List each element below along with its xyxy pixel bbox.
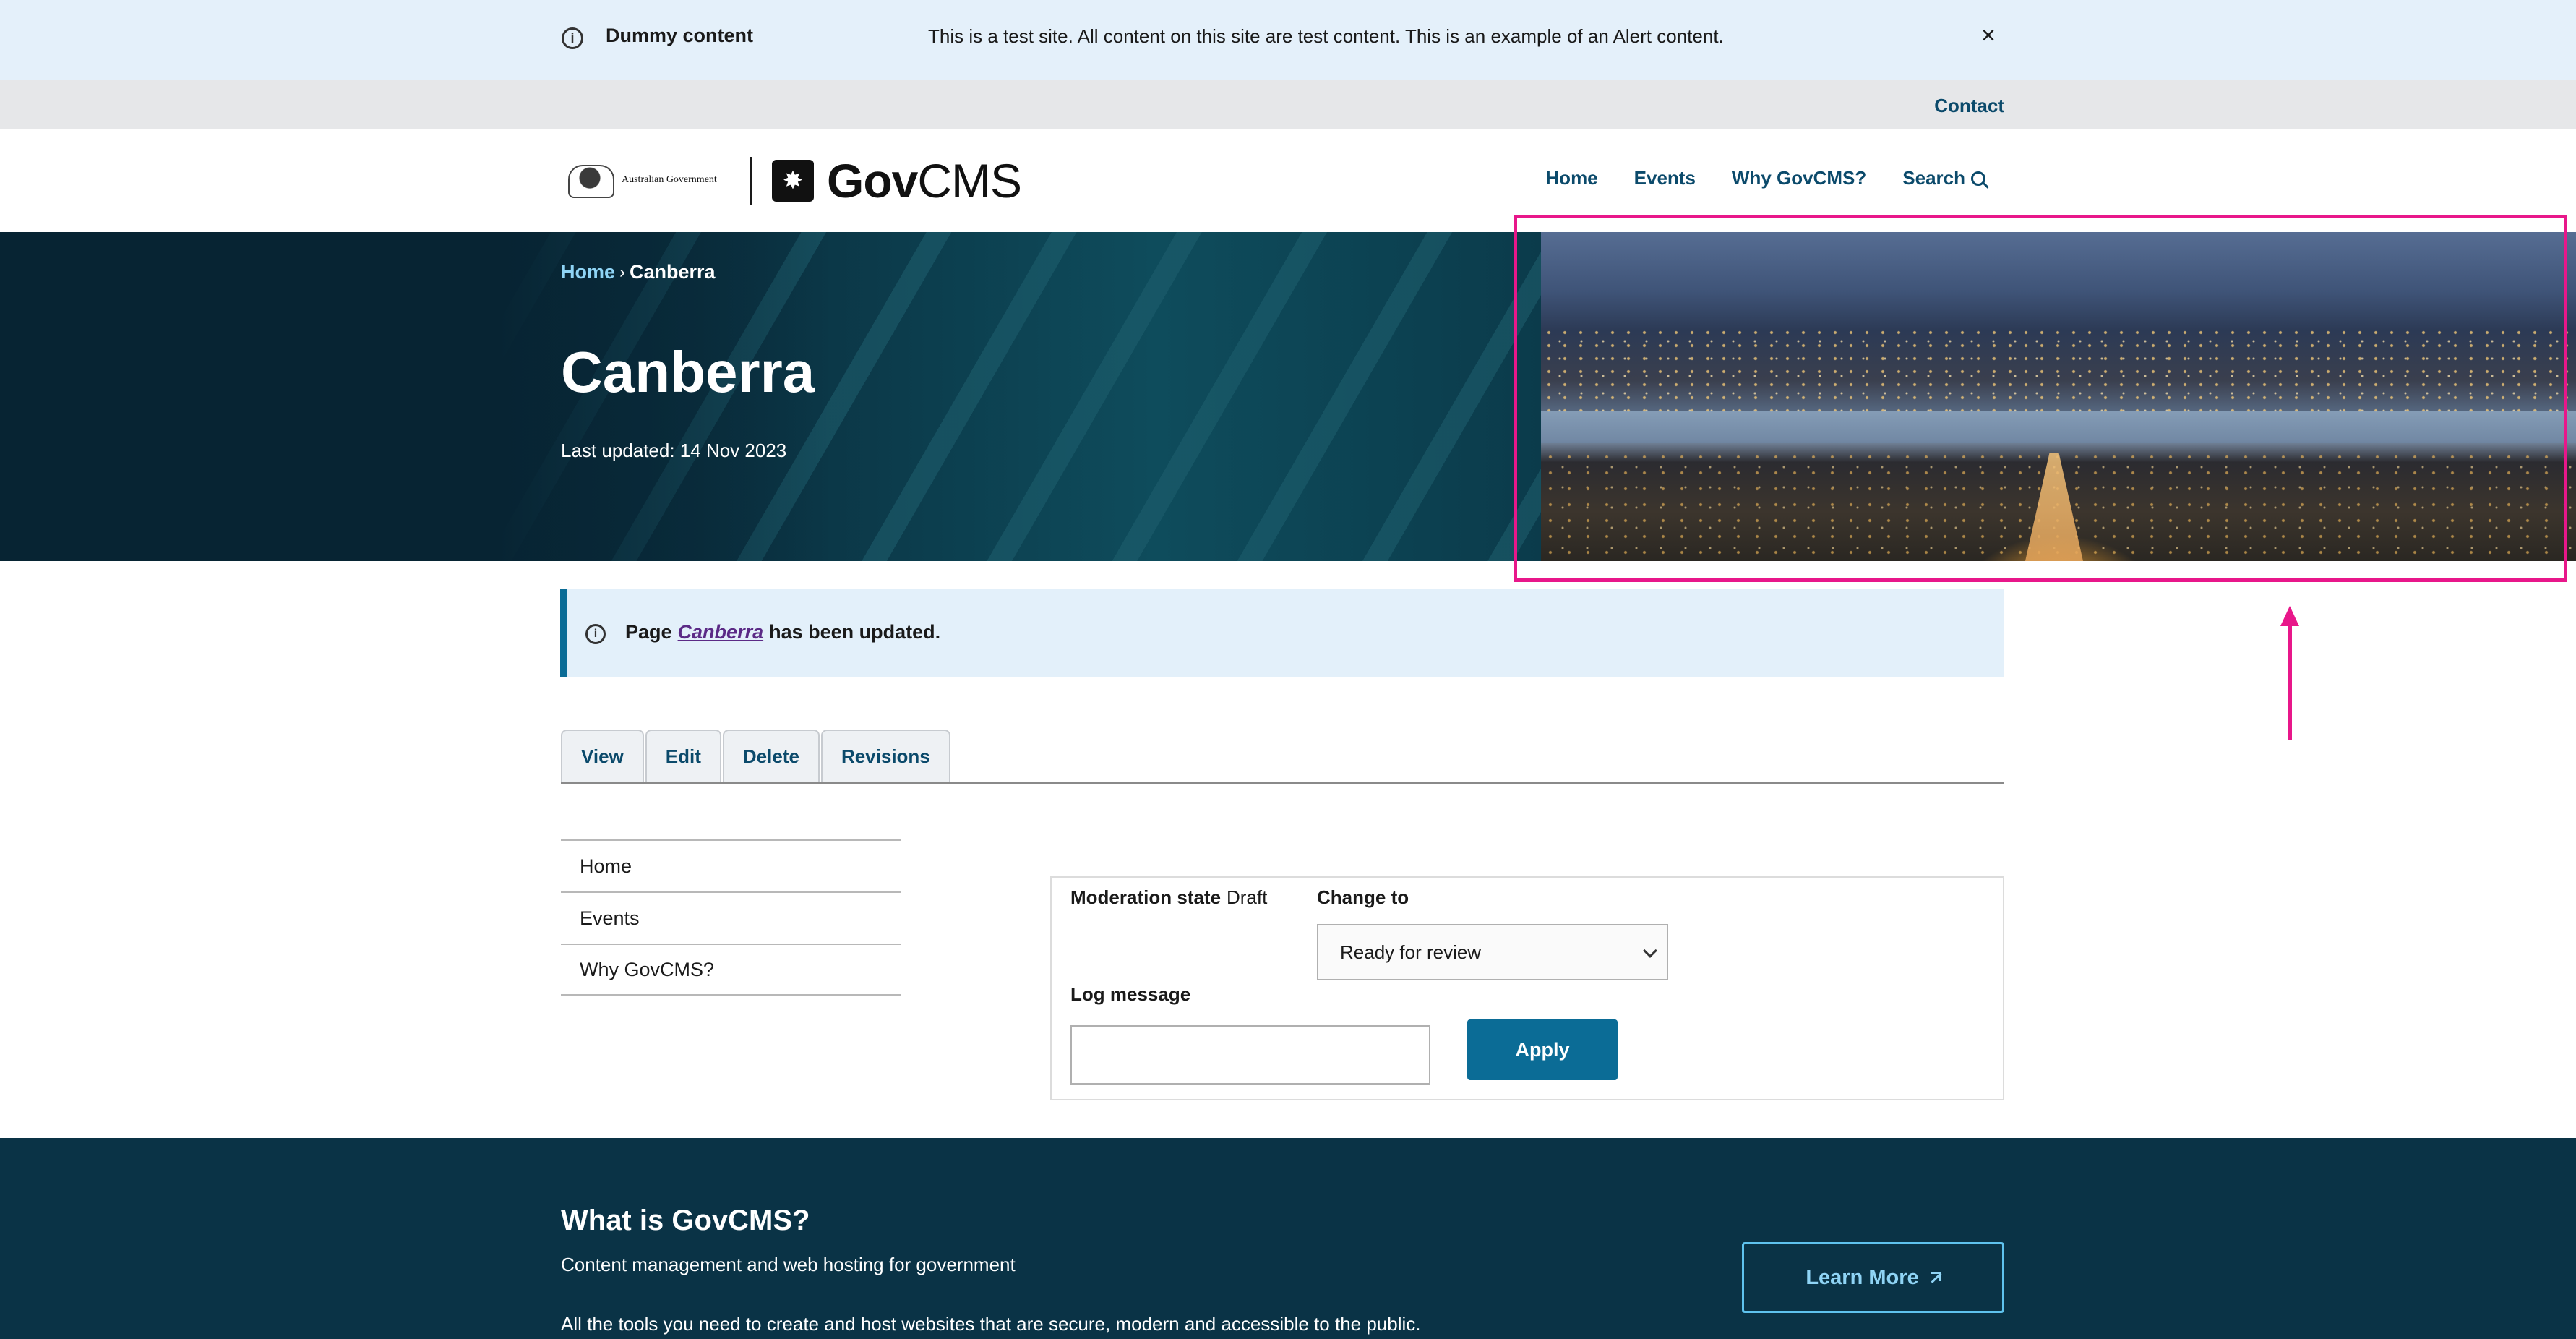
- info-icon: i: [585, 624, 606, 644]
- arrow-shaft: [2288, 622, 2292, 740]
- info-icon: i: [562, 27, 583, 49]
- promo-subtitle: Content management and web hosting for g…: [561, 1254, 1016, 1275]
- main-nav: Home Events Why GovCMS? Search: [1545, 167, 1985, 189]
- govcms-star-icon: ✸: [772, 160, 814, 202]
- breadcrumb-home[interactable]: Home: [561, 261, 615, 283]
- logo-wordmark: GovCMS: [827, 157, 1022, 205]
- govcms-logo[interactable]: ✸ GovCMS: [772, 157, 1022, 205]
- status-page-link[interactable]: Canberra: [678, 621, 764, 643]
- local-tasks-tabs: View Edit Delete Revisions: [561, 730, 2004, 784]
- last-updated: Last updated: 14 Nov 2023: [561, 440, 787, 461]
- side-menu-item-home[interactable]: Home: [561, 839, 901, 891]
- tab-revisions[interactable]: Revisions: [820, 730, 950, 782]
- apply-button[interactable]: Apply: [1467, 1019, 1618, 1080]
- promo-body: All the tools you need to create and hos…: [561, 1313, 1421, 1335]
- tab-edit[interactable]: Edit: [645, 730, 721, 782]
- breadcrumb-current: Canberra: [630, 261, 716, 283]
- logo-word-bold: Gov: [827, 154, 918, 208]
- nav-events[interactable]: Events: [1634, 167, 1696, 189]
- side-menu: Home Events Why GovCMS?: [561, 839, 901, 996]
- learn-more-label: Learn More: [1806, 1265, 1919, 1289]
- close-icon[interactable]: ×: [1981, 22, 1996, 50]
- annotation-arrow-up-icon: [2280, 606, 2299, 740]
- external-link-icon: [1929, 1272, 1941, 1283]
- footer-promo: What is GovCMS? Content management and w…: [0, 1138, 2576, 1339]
- side-menu-item-why-govcms[interactable]: Why GovCMS?: [561, 944, 901, 996]
- tab-delete[interactable]: Delete: [722, 730, 820, 782]
- moderation-control: Moderation state Draft Change to Ready f…: [1050, 876, 2004, 1100]
- side-menu-item-events[interactable]: Events: [561, 891, 901, 944]
- page-title: Canberra: [561, 340, 815, 404]
- utility-bar: Contact: [0, 80, 2576, 129]
- crest-text: Australian Government: [622, 174, 717, 185]
- breadcrumb-separator: ›: [619, 262, 626, 282]
- chevron-down-icon: [1643, 944, 1657, 958]
- moderation-state-value: Draft: [1227, 886, 1268, 908]
- australian-government-crest[interactable]: Australian Government: [564, 158, 733, 202]
- search-button[interactable]: Search: [1902, 167, 1985, 189]
- contact-link[interactable]: Contact: [1934, 95, 2004, 117]
- alert-bar: i Dummy content This is a test site. All…: [0, 0, 2576, 80]
- change-to-select[interactable]: Ready for review: [1317, 924, 1668, 980]
- breadcrumb: Home › Canberra: [561, 261, 716, 283]
- learn-more-button[interactable]: Learn More: [1742, 1242, 2004, 1313]
- annotation-highlight-box: [1514, 215, 2567, 582]
- promo-title: What is GovCMS?: [561, 1205, 810, 1236]
- moderation-state: Moderation state Draft: [1070, 886, 1267, 909]
- alert-title: Dummy content: [606, 25, 754, 46]
- alert-message: This is a test site. All content on this…: [928, 25, 1724, 47]
- search-label: Search: [1902, 167, 1965, 189]
- log-message-input[interactable]: [1070, 1025, 1430, 1085]
- status-text: Page Canberra has been updated.: [625, 621, 940, 643]
- logo-divider: [750, 157, 752, 205]
- selected-option: Ready for review: [1340, 941, 1482, 963]
- nav-home[interactable]: Home: [1545, 167, 1597, 189]
- change-to-label: Change to: [1317, 886, 1409, 908]
- coat-of-arms-icon: [564, 159, 616, 201]
- tab-view[interactable]: View: [561, 730, 644, 782]
- search-icon: [1971, 171, 1985, 186]
- logo-word-light: CMS: [917, 154, 1022, 208]
- moderation-state-label: Moderation state: [1070, 886, 1222, 908]
- nav-why-govcms[interactable]: Why GovCMS?: [1732, 167, 1866, 189]
- status-prefix: Page: [625, 621, 672, 643]
- log-message-label: Log message: [1070, 983, 1191, 1005]
- status-suffix: has been updated.: [769, 621, 941, 643]
- status-message: i Page Canberra has been updated.: [560, 589, 2004, 677]
